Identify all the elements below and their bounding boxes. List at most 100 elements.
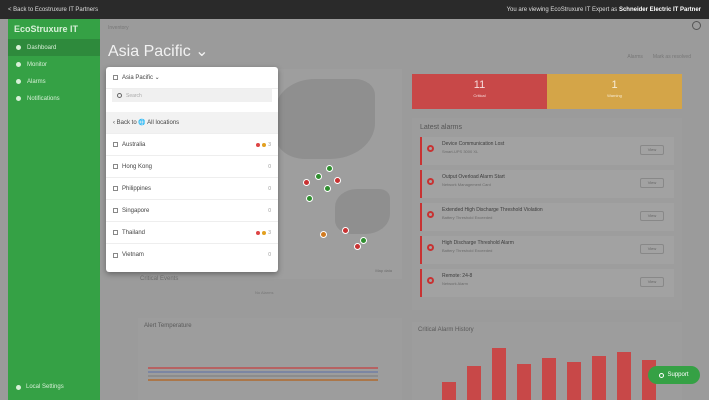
critical-dot-icon [256, 230, 261, 235]
sidebar-item-notifications[interactable]: Notifications [8, 90, 100, 107]
history-bar [542, 358, 556, 400]
alarm-critical-icon [427, 145, 434, 152]
temperature-chart [148, 367, 378, 381]
location-item-vietnam[interactable]: Vietnam 0 [106, 244, 278, 266]
location-search-input[interactable]: Search [112, 89, 272, 102]
critical-stat-card[interactable]: 11 Critical [412, 74, 547, 109]
map-marker[interactable] [334, 177, 341, 184]
location-icon [113, 252, 118, 258]
location-dropdown: Asia Pacific ⌄ Search ‹ Back to 🌐 All lo… [106, 67, 278, 272]
location-icon [113, 164, 118, 169]
search-placeholder: Search [126, 92, 142, 99]
alarm-item[interactable]: Extended High Discharge Threshold Violat… [420, 203, 674, 231]
critical-alarm-history-panel: Critical Alarm History [412, 322, 682, 400]
alarms-link[interactable]: Alarms [627, 54, 643, 60]
top-bar: < Back to Ecostruxure IT Partners You ar… [0, 0, 709, 19]
alarm-critical-icon [427, 211, 434, 218]
map-marker[interactable] [315, 173, 322, 180]
dropdown-header-label: Asia Pacific [122, 74, 154, 81]
location-icon [113, 230, 118, 235]
alarm-view-button[interactable]: View [640, 211, 664, 221]
history-bar [567, 362, 581, 400]
alarm-item[interactable]: High Discharge Threshold Alarm Battery Th… [420, 236, 674, 264]
location-icon [113, 208, 118, 213]
sidebar-item-monitor[interactable]: Monitor [8, 56, 100, 73]
location-count: 0 [268, 252, 271, 258]
sidebar-item-label: Dashboard [27, 44, 57, 51]
alarm-view-button[interactable]: View [640, 277, 664, 287]
map-marker[interactable] [360, 237, 367, 244]
sidebar-footer-label: Local Settings [26, 384, 64, 390]
brand-logo[interactable]: EcoStruxure IT [8, 19, 100, 39]
warning-stat-card[interactable]: 1 Warning [547, 74, 682, 109]
dashboard-icon [16, 45, 21, 50]
location-item-australia[interactable]: Australia 3 [106, 134, 278, 156]
history-bar [467, 366, 481, 400]
alarm-view-button[interactable]: View [640, 145, 664, 155]
alarm-view-button[interactable]: View [640, 244, 664, 254]
location-count: 0 [268, 185, 271, 192]
map-marker[interactable] [326, 165, 333, 172]
map-marker[interactable] [320, 231, 327, 238]
back-to-all-locations[interactable]: ‹ Back to 🌐 All locations [106, 112, 278, 134]
viewing-name: Schneider Electric IT Partner [618, 6, 701, 13]
critical-label: Critical [473, 93, 486, 98]
map-attribution: Map data [375, 268, 392, 273]
back-to-partners-link[interactable]: < Back to Ecostruxure IT Partners [8, 7, 98, 13]
mark-resolved-link[interactable]: Mark as resolved [653, 54, 691, 60]
support-chat-button[interactable]: Support [648, 366, 700, 384]
location-name: Thailand [122, 229, 146, 236]
location-name: Singapore [122, 207, 150, 214]
location-name: Philippines [122, 185, 152, 192]
location-name: Hong Kong [122, 163, 153, 170]
sidebar-item-label: Monitor [27, 61, 48, 68]
sidebar-footer[interactable]: Local Settings [16, 384, 64, 390]
critical-count: 11 [473, 79, 486, 91]
panel-title: Critical Alarm History [418, 327, 474, 333]
sidebar-item-alarms[interactable]: Alarms [8, 73, 100, 90]
location-name: Australia [122, 141, 146, 148]
alarm-view-button[interactable]: View [640, 178, 664, 188]
support-label: Support [667, 372, 689, 378]
location-item-philippines[interactable]: Philippines 0 [106, 178, 278, 200]
chat-icon [659, 372, 665, 378]
viewing-as: You are viewing EcoStruxure IT Expert as… [507, 7, 701, 13]
share-icon [16, 96, 21, 101]
sidebar-item-label: Notifications [27, 95, 60, 102]
alarm-critical-icon [427, 244, 434, 251]
critical-dot-icon [256, 142, 261, 147]
map-marker[interactable] [303, 179, 310, 186]
sidebar-item-dashboard[interactable]: Dashboard [8, 39, 100, 56]
alarm-critical-icon [427, 277, 434, 284]
breadcrumb[interactable]: Inventory [108, 25, 129, 31]
search-icon [117, 93, 122, 98]
map-marker[interactable] [306, 195, 313, 202]
page-title-text: Asia Pacific [108, 43, 191, 60]
location-status: 0 [268, 252, 271, 258]
location-icon [113, 186, 118, 191]
map-marker[interactable] [354, 243, 361, 250]
dropdown-header[interactable]: Asia Pacific ⌄ [106, 67, 278, 89]
alarm-item[interactable]: Output Overload Alarm Start Network Manag… [420, 170, 674, 198]
location-count: 0 [268, 163, 271, 170]
map-marker[interactable] [324, 185, 331, 192]
alarm-history-chart [442, 348, 656, 400]
location-status: 0 [268, 164, 271, 170]
top-links: Alarms Mark as resolved [627, 54, 691, 60]
location-name: Vietnam [122, 252, 144, 258]
user-icon[interactable] [692, 21, 701, 30]
location-item-singapore[interactable]: Singapore 0 [106, 200, 278, 222]
asia-landmass [275, 79, 375, 159]
critical-events-label: Critical Events [140, 276, 179, 282]
alarm-item[interactable]: Remote: 24-8 Network Alarm View [420, 269, 674, 297]
history-bar [592, 356, 606, 400]
location-item-hong-kong[interactable]: Hong Kong 0 [106, 156, 278, 178]
history-bar [492, 348, 506, 400]
alert-temperature-panel: Alert Temperature [138, 318, 402, 400]
alarm-item[interactable]: Device Communication Lost Smart-UPS 3000 … [420, 137, 674, 165]
page-title[interactable]: Asia Pacific ⌄ [108, 41, 209, 61]
critical-events-sub: No Alarms [255, 290, 274, 295]
map-marker[interactable] [342, 227, 349, 234]
location-item-thailand[interactable]: Thailand 3 [106, 222, 278, 244]
bell-icon [16, 62, 21, 67]
